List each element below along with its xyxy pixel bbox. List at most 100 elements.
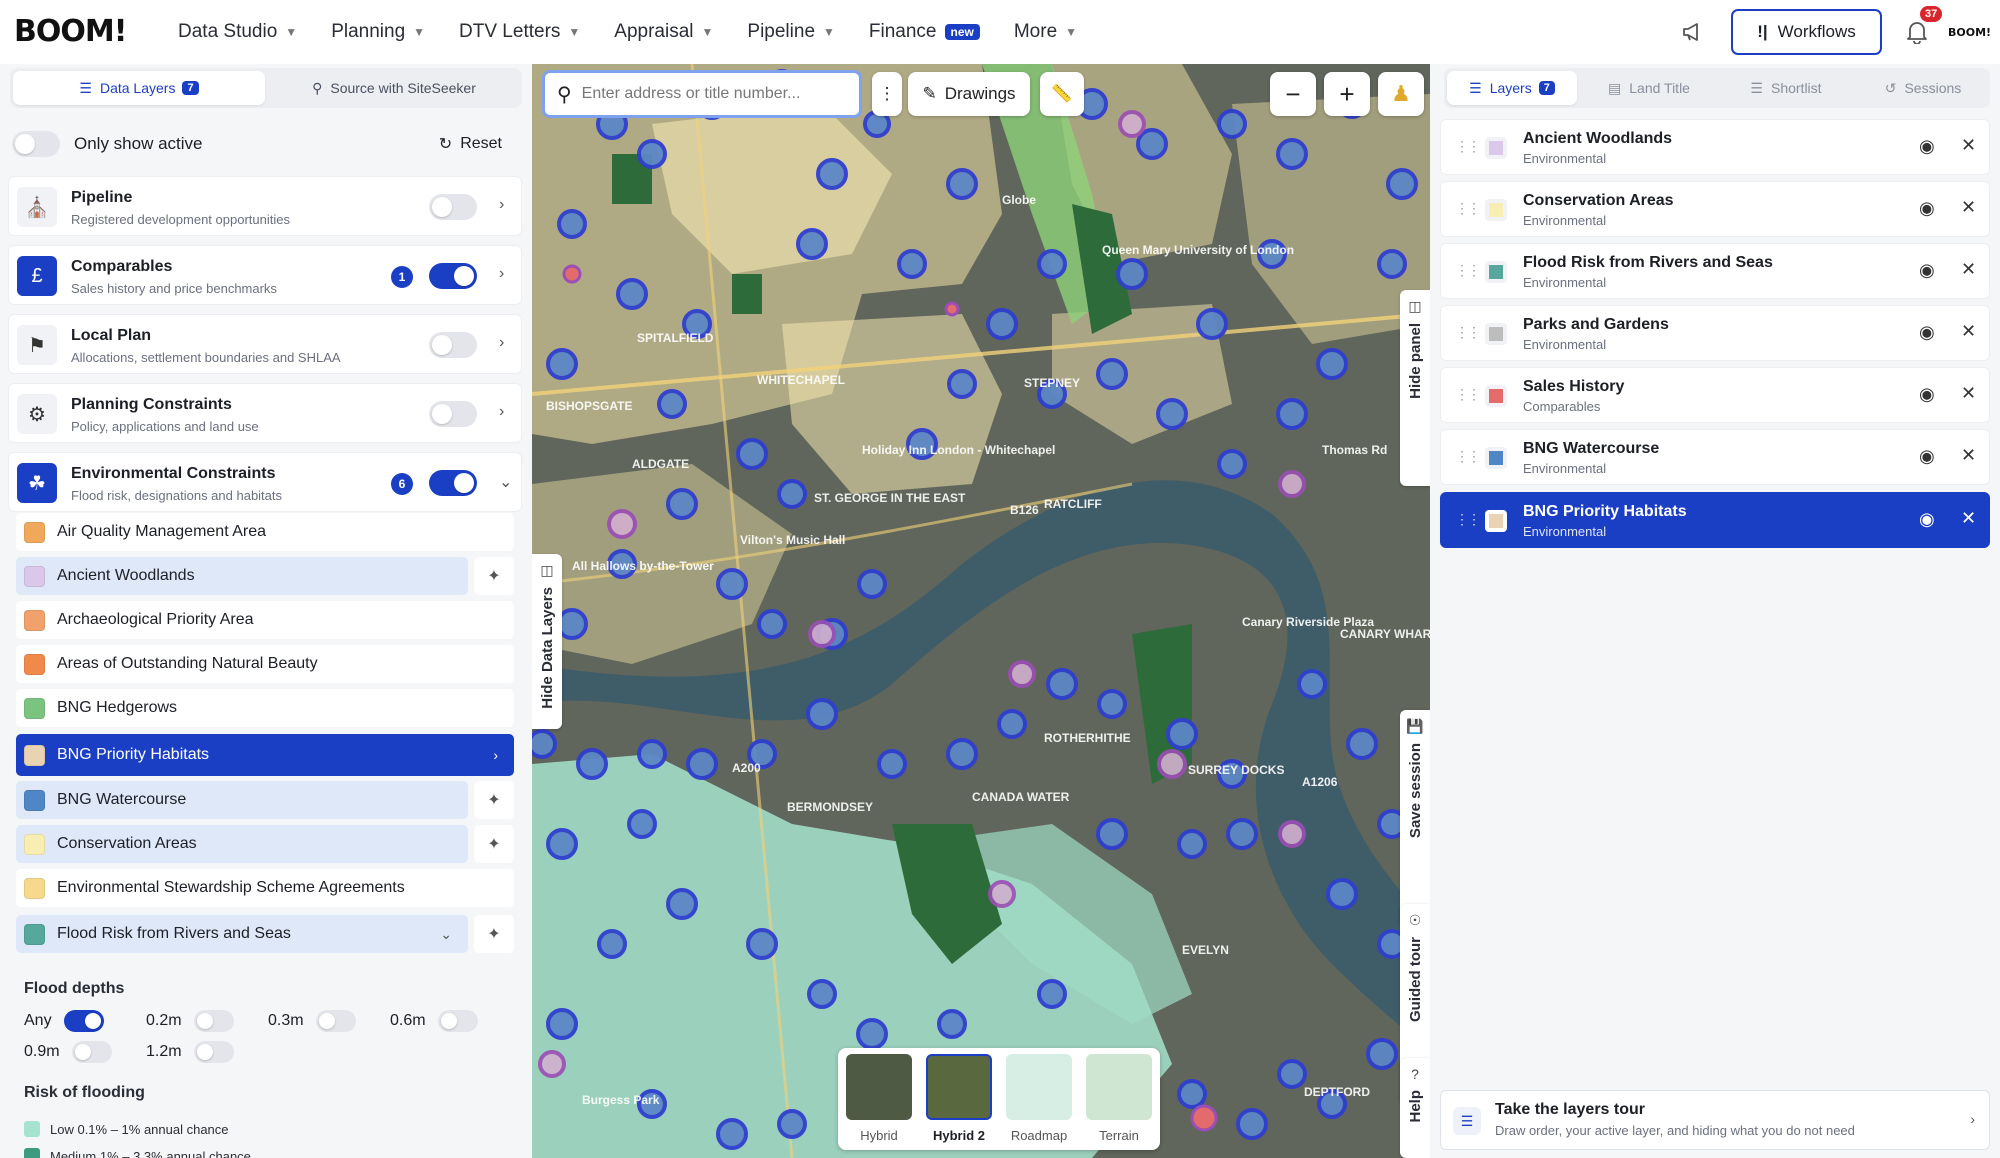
comparables-toggle[interactable] — [429, 263, 477, 289]
drawings-button[interactable]: ✎ Drawings — [908, 72, 1030, 116]
eye-icon[interactable]: ◉ — [1919, 198, 1935, 219]
layer-flood-risk[interactable]: Flood Risk from Rivers and Seas ⌄ — [16, 915, 468, 953]
depth-0-3m-toggle[interactable] — [315, 1010, 356, 1032]
chevron-right-icon[interactable]: › — [499, 265, 504, 283]
layer-bng-priority-habitats[interactable]: BNG Priority Habitats › — [16, 734, 514, 776]
depth-1-2m[interactable]: 1.2m — [146, 1041, 234, 1063]
zoom-out-button[interactable]: − — [1270, 72, 1316, 116]
close-icon[interactable]: ✕ — [1961, 445, 1976, 466]
nav-planning[interactable]: Planning ▼ — [331, 21, 425, 43]
drag-handle-icon[interactable]: ⋮⋮ — [1455, 448, 1481, 465]
category-comparables[interactable]: £ Comparables Sales history and price be… — [8, 245, 522, 305]
active-layer-ancient-woodlands[interactable]: ⋮⋮ Ancient Woodlands Environmental ◉ ✕ — [1440, 119, 1990, 175]
chevron-right-icon[interactable]: › — [499, 334, 504, 352]
tab-source-with-siteseeker[interactable]: ⚲ Source with SiteSeeker — [268, 71, 520, 105]
ruler-button[interactable]: 📏 — [1040, 72, 1084, 116]
brand-logo[interactable]: BOOM! — [14, 14, 127, 49]
more-options-button[interactable]: ⋮ — [872, 72, 902, 116]
active-layer-bng-watercourse[interactable]: ⋮⋮ BNG Watercourse Environmental ◉ ✕ — [1440, 429, 1990, 485]
category-environmental-constraints[interactable]: ☘ Environmental Constraints Flood risk, … — [8, 452, 522, 512]
bell-icon[interactable] — [1906, 20, 1928, 44]
depth-0-9m[interactable]: 0.9m — [24, 1041, 112, 1063]
active-layer-conservation-areas[interactable]: ⋮⋮ Conservation Areas Environmental ◉ ✕ — [1440, 181, 1990, 237]
eye-icon[interactable]: ◉ — [1919, 446, 1935, 467]
depth-any-toggle[interactable] — [63, 1010, 104, 1032]
eye-icon[interactable]: ◉ — [1919, 260, 1935, 281]
nav-appraisal[interactable]: Appraisal ▼ — [614, 21, 713, 43]
drag-handle-icon[interactable]: ⋮⋮ — [1455, 200, 1481, 217]
zoom-in-button[interactable]: + — [1324, 72, 1370, 116]
tab-data-layers[interactable]: ☰ Data Layers 7 — [13, 71, 265, 105]
depth-0-3m[interactable]: 0.3m — [268, 1010, 356, 1032]
category-planning-constraints[interactable]: ⚙ Planning Constraints Policy, applicati… — [8, 383, 522, 443]
map-canvas[interactable]: SPITALFIELD WHITECHAPEL BISHOPSGATE ALDG… — [532, 64, 1430, 1158]
layers-tour-card[interactable]: ☰ Take the layers tour Draw order, your … — [1440, 1090, 1990, 1150]
close-icon[interactable]: ✕ — [1961, 197, 1976, 218]
eye-icon[interactable]: ◉ — [1919, 136, 1935, 157]
wand-icon[interactable]: ✦ — [474, 557, 514, 595]
tab-land-title[interactable]: ▤ Land Title — [1584, 71, 1714, 105]
map-view[interactable]: SPITALFIELD WHITECHAPEL BISHOPSGATE ALDG… — [532, 64, 1430, 1158]
chevron-right-icon[interactable]: › — [499, 403, 504, 421]
workflows-button[interactable]: !| Workflows — [1731, 9, 1882, 55]
pipeline-toggle[interactable] — [429, 194, 477, 220]
drag-handle-icon[interactable]: ⋮⋮ — [1455, 386, 1481, 403]
nav-finance[interactable]: Finance new — [869, 21, 980, 43]
active-layer-bng-priority-habitats[interactable]: ⋮⋮ BNG Priority Habitats Environmental ◉… — [1440, 492, 1990, 548]
depth-0-2m-toggle[interactable] — [193, 1010, 234, 1032]
category-local-plan[interactable]: ⚑ Local Plan Allocations, settlement bou… — [8, 314, 522, 374]
depth-0-2m[interactable]: 0.2m — [146, 1010, 234, 1032]
planning-constraints-toggle[interactable] — [429, 401, 477, 427]
layer-archaeological-priority[interactable]: Archaeological Priority Area — [16, 601, 514, 639]
layer-aonb[interactable]: Areas of Outstanding Natural Beauty — [16, 645, 514, 683]
basemap-hybrid[interactable]: Hybrid — [844, 1054, 914, 1143]
local-plan-toggle[interactable] — [429, 332, 477, 358]
environmental-constraints-toggle[interactable] — [429, 470, 477, 496]
depth-1-2m-toggle[interactable] — [193, 1041, 234, 1063]
account-logo[interactable]: BOOM! — [1948, 26, 1991, 39]
drag-handle-icon[interactable]: ⋮⋮ — [1455, 511, 1481, 528]
depth-any[interactable]: Any — [24, 1010, 104, 1032]
street-view-button[interactable]: ♟ — [1378, 72, 1424, 116]
only-show-active-toggle[interactable] — [12, 131, 60, 157]
chevron-right-icon[interactable]: › — [499, 196, 504, 214]
nav-dtv-letters[interactable]: DTV Letters ▼ — [459, 21, 580, 43]
depth-0-6m[interactable]: 0.6m — [390, 1010, 478, 1032]
megaphone-icon[interactable] — [1680, 20, 1704, 44]
active-layer-flood-risk[interactable]: ⋮⋮ Flood Risk from Rivers and Seas Envir… — [1440, 243, 1990, 299]
tab-shortlist[interactable]: ☰ Shortlist — [1721, 71, 1851, 105]
tab-layers[interactable]: ☰ Layers 7 — [1447, 71, 1577, 105]
close-icon[interactable]: ✕ — [1961, 259, 1976, 280]
reset-button[interactable]: ↻ Reset — [429, 128, 512, 160]
layer-ancient-woodlands[interactable]: Ancient Woodlands — [16, 557, 468, 595]
basemap-terrain[interactable]: Terrain — [1084, 1054, 1154, 1143]
layer-environmental-stewardship[interactable]: Environmental Stewardship Scheme Agreeme… — [16, 869, 514, 907]
eye-icon[interactable]: ◉ — [1919, 384, 1935, 405]
drag-handle-icon[interactable]: ⋮⋮ — [1455, 138, 1481, 155]
wand-icon[interactable]: ✦ — [474, 915, 514, 953]
basemap-roadmap[interactable]: Roadmap — [1004, 1054, 1074, 1143]
layer-conservation-areas[interactable]: Conservation Areas — [16, 825, 468, 863]
layer-air-quality[interactable]: Air Quality Management Area — [16, 513, 514, 551]
layer-bng-hedgerows[interactable]: BNG Hedgerows — [16, 689, 514, 727]
close-icon[interactable]: ✕ — [1961, 135, 1976, 156]
layer-bng-watercourse[interactable]: BNG Watercourse — [16, 781, 468, 819]
nav-data-studio[interactable]: Data Studio ▼ — [178, 21, 297, 43]
eye-icon[interactable]: ◉ — [1919, 509, 1935, 530]
hide-panel-tab[interactable]: ◫ Hide panel — [1400, 290, 1430, 486]
active-layer-sales-history[interactable]: ⋮⋮ Sales History Comparables ◉ ✕ — [1440, 367, 1990, 423]
close-icon[interactable]: ✕ — [1961, 383, 1976, 404]
help-tab[interactable]: ? Help — [1400, 1058, 1430, 1158]
close-icon[interactable]: ✕ — [1961, 508, 1976, 529]
drag-handle-icon[interactable]: ⋮⋮ — [1455, 262, 1481, 279]
basemap-hybrid-2[interactable]: Hybrid 2 — [924, 1054, 994, 1143]
wand-icon[interactable]: ✦ — [474, 781, 514, 819]
depth-0-9m-toggle[interactable] — [71, 1041, 112, 1063]
save-session-tab[interactable]: 💾 Save session — [1400, 710, 1430, 928]
nav-more[interactable]: More ▼ — [1014, 21, 1077, 43]
category-pipeline[interactable]: ⛪ Pipeline Registered development opport… — [8, 176, 522, 236]
wand-icon[interactable]: ✦ — [474, 825, 514, 863]
depth-0-6m-toggle[interactable] — [437, 1010, 478, 1032]
map-search-input[interactable]: ⚲ Enter address or title number... — [542, 70, 862, 118]
close-icon[interactable]: ✕ — [1961, 321, 1976, 342]
